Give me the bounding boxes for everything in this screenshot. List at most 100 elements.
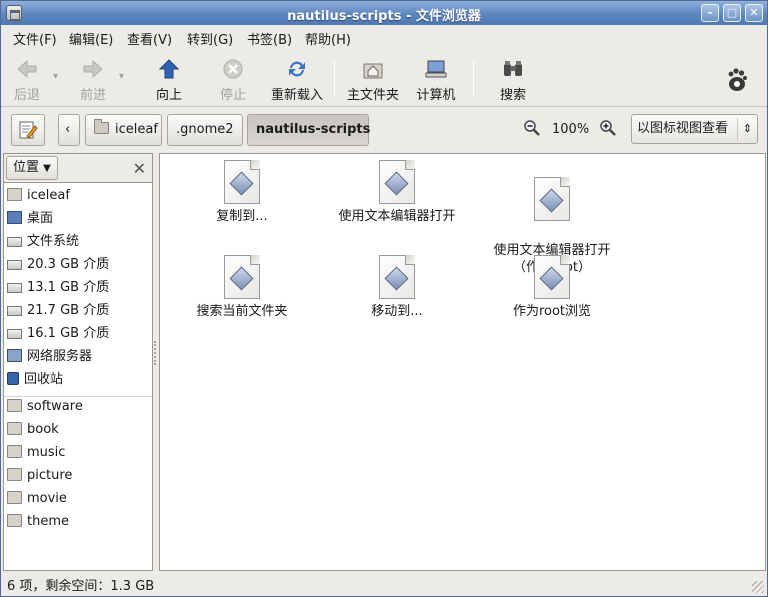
- script-file-icon: [224, 255, 260, 299]
- sidebar-item-bookmark[interactable]: music: [7, 444, 65, 464]
- splitter-grip[interactable]: [154, 341, 157, 365]
- close-button[interactable]: ✕: [745, 4, 763, 22]
- minimize-button[interactable]: –: [701, 4, 719, 22]
- trash-icon: [7, 372, 19, 385]
- chevron-left-icon: ‹: [65, 122, 71, 137]
- reload-button[interactable]: 重新载入: [267, 53, 327, 103]
- sidebar-item-desktop[interactable]: 桌面: [7, 210, 53, 230]
- menu-file[interactable]: 文件(F): [13, 29, 57, 48]
- path-button-iceleaf[interactable]: iceleaf: [85, 114, 162, 146]
- menu-bar: 文件(F) 编辑(E) 查看(V) 转到(G) 书签(B) 帮助(H): [1, 25, 767, 49]
- zoom-out-icon[interactable]: [523, 119, 541, 137]
- sidebar-item-filesystem[interactable]: 文件系统: [7, 233, 79, 253]
- chevron-down-icon: ▼: [43, 163, 51, 174]
- status-text: 6 项，剩余空间：1.3 GB: [7, 579, 155, 594]
- forward-button[interactable]: 前进: [73, 53, 113, 103]
- toggle-location-entry-button[interactable]: [11, 114, 45, 146]
- sidebar-item-bookmark[interactable]: software: [7, 398, 83, 418]
- file-item[interactable]: 搜索当前文件夹: [177, 255, 307, 320]
- file-item[interactable]: 使用文本编辑器打开: [332, 160, 462, 225]
- file-label: 搜索当前文件夹: [196, 304, 288, 319]
- window-title: nautilus-scripts - 文件浏览器: [287, 9, 481, 24]
- file-browser-window: nautilus-scripts - 文件浏览器 – □ ✕ 文件(F) 编辑(…: [0, 0, 768, 597]
- title-bar[interactable]: nautilus-scripts - 文件浏览器 – □ ✕: [1, 1, 767, 25]
- menu-help[interactable]: 帮助(H): [305, 29, 351, 48]
- home-button[interactable]: 主文件夹: [343, 53, 403, 103]
- file-label: 作为root浏览: [512, 304, 592, 319]
- menu-go[interactable]: 转到(G): [187, 29, 233, 48]
- stop-button[interactable]: 停止: [213, 53, 253, 103]
- menu-edit[interactable]: 编辑(E): [69, 29, 113, 48]
- back-arrow-icon: [17, 59, 37, 79]
- file-label: 复制到...: [216, 209, 268, 224]
- sidebar-type-select[interactable]: 位置 ▼: [6, 156, 58, 180]
- home-folder-icon: [94, 119, 109, 134]
- script-file-icon: [534, 255, 570, 299]
- file-item[interactable]: 复制到...: [177, 160, 307, 225]
- close-sidebar-icon[interactable]: ✕: [133, 159, 146, 178]
- menu-bookmarks[interactable]: 书签(B): [247, 29, 292, 48]
- folder-icon: [7, 399, 22, 412]
- gnome-foot-logo-icon: [728, 68, 747, 91]
- home-folder-icon: [363, 63, 383, 79]
- sidebar-item-volume[interactable]: 13.1 GB 介质: [7, 279, 109, 299]
- up-arrow-icon: [158, 59, 180, 79]
- path-button-nautilus-scripts[interactable]: nautilus-scripts: [247, 114, 370, 146]
- maximize-button[interactable]: □: [723, 4, 741, 22]
- file-item[interactable]: 移动到...: [332, 255, 462, 320]
- path-scroll-left-button[interactable]: ‹: [58, 114, 80, 146]
- drive-icon: [7, 329, 22, 339]
- reload-icon: [289, 61, 305, 77]
- folder-icon: [7, 422, 22, 435]
- search-button[interactable]: 搜索: [491, 53, 535, 103]
- sidebar-header: 位置 ▼ ✕: [3, 153, 153, 183]
- file-label: 使用文本编辑器打开: [338, 209, 456, 224]
- sidebar-item-bookmark[interactable]: picture: [7, 467, 72, 487]
- menu-view[interactable]: 查看(V): [127, 29, 172, 48]
- binoculars-search-icon: [504, 61, 522, 76]
- drive-icon: [7, 283, 22, 293]
- folder-icon: [7, 445, 22, 458]
- toolbar: 后退 ▾ 前进 ▾ 向上 停止 重新载入 主文件夹 计算机 搜索: [1, 49, 767, 107]
- home-folder-icon: [7, 188, 22, 201]
- sidebar-item-home[interactable]: iceleaf: [7, 187, 70, 207]
- zoom-in-icon[interactable]: [599, 119, 617, 137]
- up-button[interactable]: 向上: [149, 53, 189, 103]
- sidebar-item-volume[interactable]: 20.3 GB 介质: [7, 256, 109, 276]
- zoom-level: 100%: [552, 122, 590, 137]
- edit-path-icon: [19, 121, 38, 139]
- back-history-chevron-down-icon[interactable]: ▾: [53, 71, 58, 82]
- sidebar-item-volume[interactable]: 21.7 GB 介质: [7, 302, 109, 322]
- drive-icon: [7, 306, 22, 316]
- sidebar-item-bookmark[interactable]: movie: [7, 490, 67, 510]
- toolbar-separator: [334, 61, 335, 95]
- sidebar-divider: [4, 396, 152, 397]
- sidebar-item-bookmark[interactable]: theme: [7, 513, 69, 533]
- computer-button[interactable]: 计算机: [409, 53, 463, 103]
- folder-icon: [7, 514, 22, 527]
- file-item[interactable]: 作为root浏览: [487, 255, 617, 320]
- sidebar-item-network[interactable]: 网络服务器: [7, 348, 92, 368]
- file-view[interactable]: 复制到... 使用文本编辑器打开 使用文本编辑器打开 （作为root） 搜索当前…: [159, 153, 766, 571]
- script-file-icon: [379, 160, 415, 204]
- back-button[interactable]: 后退: [7, 53, 47, 103]
- view-mode-select[interactable]: 以图标视图查看 ⇕: [631, 114, 758, 144]
- sidebar-item-trash[interactable]: 回收站: [7, 371, 63, 391]
- filesystem-icon: [7, 237, 22, 247]
- network-icon: [7, 349, 22, 362]
- computer-icon: [425, 60, 447, 78]
- forward-history-chevron-down-icon[interactable]: ▾: [119, 71, 124, 82]
- sidebar-item-bookmark[interactable]: book: [7, 421, 59, 441]
- file-label: 移动到...: [371, 304, 423, 319]
- stop-icon: [223, 59, 243, 79]
- updown-chevron-icon: ⇕: [737, 118, 757, 140]
- script-file-icon: [224, 160, 260, 204]
- folder-icon: [7, 491, 22, 504]
- path-button-gnome2[interactable]: .gnome2: [167, 114, 243, 146]
- sidebar-item-volume[interactable]: 16.1 GB 介质: [7, 325, 109, 345]
- resize-grip-icon[interactable]: [752, 581, 764, 593]
- script-file-icon: [534, 177, 570, 221]
- forward-arrow-icon: [83, 59, 103, 79]
- status-bar: 6 项，剩余空间：1.3 GB: [1, 572, 767, 596]
- toolbar-separator: [473, 61, 474, 95]
